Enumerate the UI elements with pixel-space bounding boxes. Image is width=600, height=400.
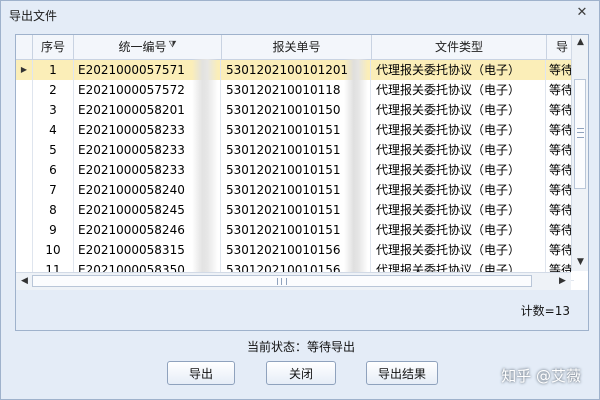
- redaction-blur: [192, 59, 218, 285]
- column-header-unified-id-label: 统一编号: [118, 40, 167, 54]
- row-file-type[interactable]: 代理报关委托协议（电子）: [372, 200, 546, 220]
- header-indicator: [16, 35, 33, 59]
- column-header-seq[interactable]: 序号: [33, 35, 74, 59]
- vertical-scrollbar[interactable]: ▲ ▼: [571, 35, 588, 271]
- row-file-type[interactable]: 代理报关委托协议（电子）: [372, 160, 546, 180]
- scroll-right-icon[interactable]: ▶: [557, 276, 568, 287]
- table-row[interactable]: 4 E2021000058233 530120210010151 代理报关委托协议（电…: [16, 120, 574, 141]
- title-bar: 导出文件 ✕: [1, 1, 599, 29]
- row-indicator-icon[interactable]: ▶: [16, 60, 33, 80]
- row-seq[interactable]: 8: [33, 200, 74, 220]
- row-file-type[interactable]: 代理报关委托协议（电子）: [372, 240, 546, 260]
- column-header-declaration-no-label: 报关单号: [272, 40, 321, 54]
- table-row[interactable]: 9 E2021000058246 530120210010151 代理报关委托协议（电…: [16, 220, 574, 241]
- filter-icon[interactable]: ⧩: [168, 40, 176, 50]
- column-header-export-label: 导: [555, 40, 568, 54]
- dialog-title: 导出文件: [9, 9, 58, 23]
- table-row[interactable]: 3 E2021000058201 530120210010150 代理报关委托协议（电…: [16, 100, 574, 121]
- column-header-unified-id[interactable]: 统一编号 ⧩: [74, 35, 222, 59]
- row-seq[interactable]: 5: [33, 140, 74, 160]
- column-header-declaration-no[interactable]: 报关单号: [222, 35, 372, 59]
- table-row[interactable]: 8 E2021000058245 530120210010151 代理报关委托协议（电…: [16, 200, 574, 221]
- column-header-file-type-label: 文件类型: [434, 40, 483, 54]
- row-indicator[interactable]: [16, 100, 33, 120]
- redaction-blur: [344, 59, 368, 285]
- table-row[interactable]: ▶ 1 E2021000057571 5301202100101201 代理报关委托协议…: [16, 60, 574, 81]
- row-file-type[interactable]: 代理报关委托协议（电子）: [372, 60, 546, 80]
- column-header-file-type[interactable]: 文件类型: [372, 35, 547, 59]
- table-row[interactable]: 2 E2021000057572 530120210010118 代理报关委托协议（电…: [16, 80, 574, 101]
- close-button[interactable]: 关闭: [266, 361, 336, 385]
- scroll-left-icon[interactable]: ◀: [19, 276, 30, 287]
- row-indicator[interactable]: [16, 220, 33, 240]
- row-seq[interactable]: 1: [33, 60, 74, 80]
- record-count: 计数=13: [520, 304, 570, 318]
- horizontal-scroll-thumb[interactable]: [32, 275, 532, 287]
- row-file-type[interactable]: 代理报关委托协议（电子）: [372, 120, 546, 140]
- export-files-dialog: 导出文件 ✕ 序号 统一编号 ⧩ 报关单号 文件类型 导 ▶ 1 E202100005…: [0, 0, 600, 400]
- row-seq[interactable]: 9: [33, 220, 74, 240]
- export-files-grid: 序号 统一编号 ⧩ 报关单号 文件类型 导 ▶ 1 E2021000057571 530…: [15, 34, 589, 291]
- horizontal-scrollbar[interactable]: ◀ ▶: [16, 272, 571, 290]
- row-indicator[interactable]: [16, 200, 33, 220]
- row-indicator[interactable]: [16, 160, 33, 180]
- vertical-scroll-thumb[interactable]: [574, 79, 586, 189]
- grip-icon: [577, 128, 584, 138]
- row-indicator[interactable]: [16, 180, 33, 200]
- table-row[interactable]: 6 E2021000058233 530120210010151 代理报关委托协议（电…: [16, 160, 574, 181]
- close-icon[interactable]: ✕: [575, 6, 589, 20]
- row-file-type[interactable]: 代理报关委托协议（电子）: [372, 100, 546, 120]
- export-result-button[interactable]: 导出结果: [366, 361, 438, 385]
- table-row[interactable]: 7 E2021000058240 530120210010151 代理报关委托协议（电…: [16, 180, 574, 201]
- row-indicator[interactable]: [16, 80, 33, 100]
- status-text: 当前状态：等待导出: [246, 340, 355, 354]
- grid-header: 序号 统一编号 ⧩ 报关单号 文件类型 导: [16, 35, 588, 60]
- row-file-type[interactable]: 代理报关委托协议（电子）: [372, 180, 546, 200]
- count-bar: 计数=13: [15, 290, 589, 331]
- row-indicator[interactable]: [16, 140, 33, 160]
- row-seq[interactable]: 10: [33, 240, 74, 260]
- row-seq[interactable]: 7: [33, 180, 74, 200]
- export-button[interactable]: 导出: [167, 361, 235, 385]
- row-file-type[interactable]: 代理报关委托协议（电子）: [372, 80, 546, 100]
- column-header-seq-label: 序号: [40, 40, 65, 54]
- row-file-type[interactable]: 代理报关委托协议（电子）: [372, 220, 546, 240]
- table-row[interactable]: 5 E2021000058233 530120210010151 代理报关委托协议（电…: [16, 140, 574, 161]
- row-seq[interactable]: 4: [33, 120, 74, 140]
- row-seq[interactable]: 6: [33, 160, 74, 180]
- scroll-up-icon[interactable]: ▲: [575, 37, 586, 48]
- row-indicator[interactable]: [16, 120, 33, 140]
- row-file-type[interactable]: 代理报关委托协议（电子）: [372, 140, 546, 160]
- row-seq[interactable]: 3: [33, 100, 74, 120]
- scroll-down-icon[interactable]: ▼: [575, 257, 586, 268]
- grip-icon: [277, 278, 287, 285]
- table-row[interactable]: 10 E2021000058315 530120210010156 代理报关委托协议（…: [16, 240, 574, 261]
- watermark: 知乎 @艾薇: [501, 367, 581, 385]
- row-seq[interactable]: 2: [33, 80, 74, 100]
- row-indicator[interactable]: [16, 240, 33, 260]
